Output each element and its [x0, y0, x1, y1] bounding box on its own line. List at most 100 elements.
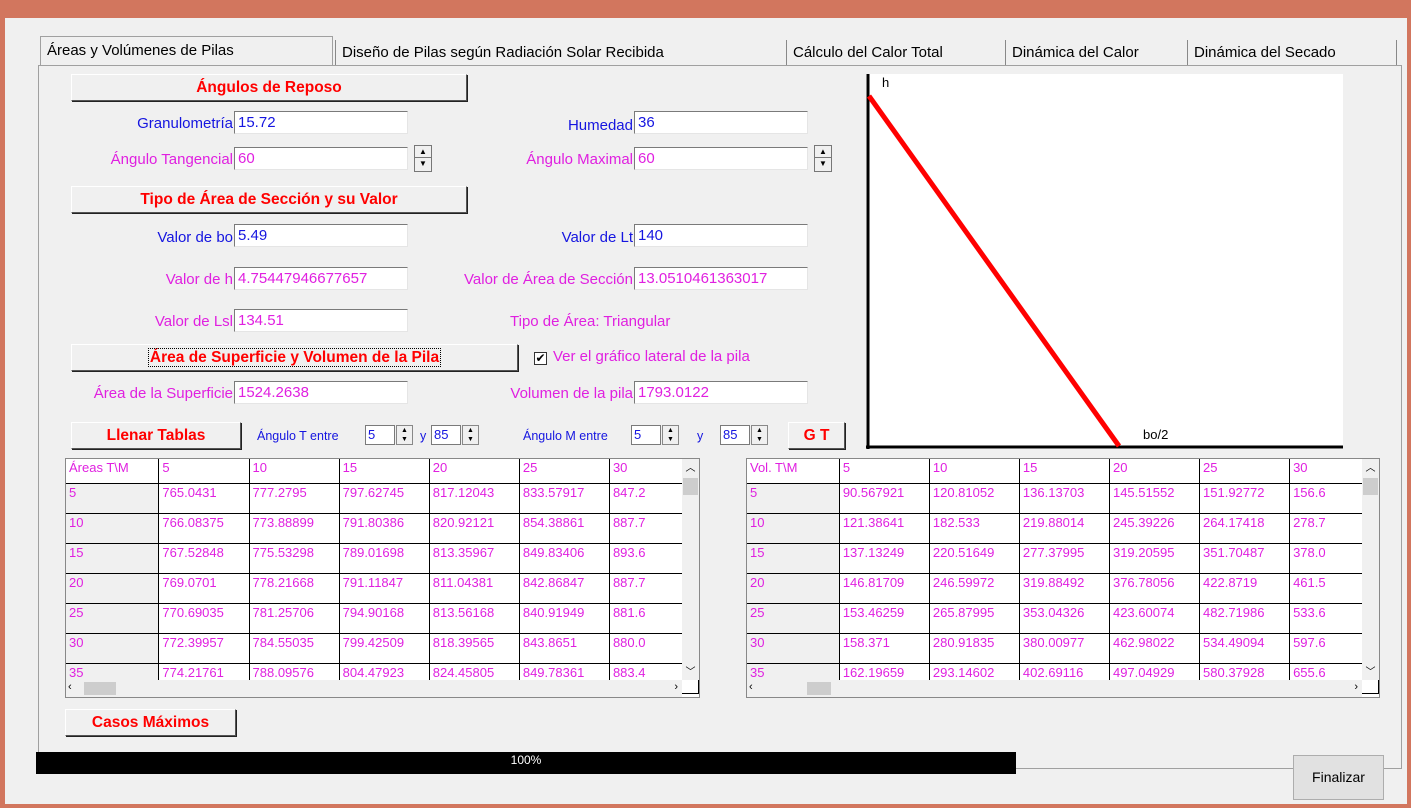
table-cell[interactable]: 817.12043 — [429, 483, 520, 514]
table-cell[interactable]: 767.52848 — [158, 543, 250, 574]
scroll-up-icon[interactable]: ︿ — [1362, 459, 1379, 476]
table-cell[interactable]: 791.11847 — [339, 573, 430, 604]
angulo-t-max-input[interactable]: 85 — [431, 425, 461, 445]
table-cell[interactable]: 781.25706 — [249, 603, 340, 634]
scroll-left-icon[interactable]: ‹ — [68, 681, 72, 693]
angulo-t-max-spinner[interactable]: ▲ ▼ — [462, 425, 479, 445]
table-cell[interactable]: 319.20595 — [1109, 543, 1201, 574]
table-cell[interactable]: 854.38861 — [519, 513, 610, 544]
angulo-m-max-input[interactable]: 85 — [720, 425, 750, 445]
table-cell[interactable]: 797.62745 — [339, 483, 430, 514]
valor-bo-input[interactable]: 5.49 — [234, 224, 408, 247]
table-cell[interactable]: 151.92772 — [1199, 483, 1291, 514]
spin-up-icon[interactable]: ▲ — [815, 146, 831, 158]
table-cell[interactable]: 136.13703 — [1019, 483, 1110, 514]
table-cell[interactable]: 245.39226 — [1109, 513, 1201, 544]
table-cell[interactable]: 813.35967 — [429, 543, 520, 574]
row-header[interactable]: 30 — [747, 633, 840, 664]
table-row[interactable]: 10 766.08375 773.88899 791.80386 820.92121 85… — [66, 513, 699, 544]
scroll-down-icon[interactable]: ﹀ — [682, 663, 699, 680]
table-cell[interactable]: 280.91835 — [929, 633, 1020, 664]
finalizar-button[interactable]: Finalizar — [1293, 755, 1384, 800]
row-header[interactable]: 15 — [747, 543, 840, 574]
table-cell[interactable]: 422.8719 — [1199, 573, 1291, 604]
row-header[interactable]: 10 — [747, 513, 840, 544]
table-row[interactable]: 10 121.38641 182.533 219.88014 245.39226 264.… — [747, 513, 1379, 544]
angulo-t-min-spinner[interactable]: ▲ ▼ — [396, 425, 413, 445]
table-row[interactable]: 5 765.0431 777.2795 797.62745 817.12043 833.5… — [66, 483, 699, 514]
table-cell[interactable]: 153.46259 — [839, 603, 930, 634]
scroll-right-icon[interactable]: › — [674, 681, 678, 693]
table-cell[interactable]: 145.51552 — [1109, 483, 1201, 514]
spin-up-icon[interactable]: ▲ — [415, 146, 431, 158]
table-cell[interactable]: 482.71986 — [1199, 603, 1291, 634]
areas-vertical-scrollbar[interactable]: ︿ ﹀ — [682, 459, 699, 680]
table-cell[interactable]: 265.87995 — [929, 603, 1020, 634]
row-header[interactable]: 5 — [747, 483, 840, 514]
table-row[interactable]: 5 90.567921 120.81052 136.13703 145.51552 151… — [747, 483, 1379, 514]
table-row[interactable]: 30 772.39957 784.55035 799.42509 818.39565 84… — [66, 633, 699, 664]
valor-lsl-input[interactable]: 134.51 — [234, 309, 408, 332]
table-cell[interactable]: 789.01698 — [339, 543, 430, 574]
table-cell[interactable]: 773.88899 — [249, 513, 340, 544]
angulo-m-max-spinner[interactable]: ▲ ▼ — [751, 425, 768, 445]
table-cell[interactable]: 90.567921 — [839, 483, 930, 514]
scroll-thumb[interactable] — [807, 682, 831, 695]
table-cell[interactable]: 319.88492 — [1019, 573, 1110, 604]
angulo-m-min-spinner[interactable]: ▲ ▼ — [662, 425, 679, 445]
table-cell[interactable]: 351.70487 — [1199, 543, 1291, 574]
table-row[interactable]: 30 158.371 280.91835 380.00977 462.98022 534.… — [747, 633, 1379, 664]
area-superficie-input[interactable]: 1524.2638 — [234, 381, 408, 404]
table-cell[interactable]: 769.0701 — [158, 573, 250, 604]
row-header[interactable]: 30 — [66, 633, 160, 664]
table-cell[interactable]: 813.56168 — [429, 603, 520, 634]
angulo-maximal-spinner[interactable]: ▲ ▼ — [814, 145, 832, 172]
vol-table[interactable]: Vol. T\M 5 10 15 20 25 30 5 90.567921 120.81052 13… — [746, 458, 1380, 698]
row-header[interactable]: 25 — [747, 603, 840, 634]
table-cell[interactable]: 820.92121 — [429, 513, 520, 544]
table-cell[interactable]: 791.80386 — [339, 513, 430, 544]
table-cell[interactable]: 833.57917 — [519, 483, 610, 514]
spin-down-icon[interactable]: ▼ — [415, 158, 431, 170]
table-cell[interactable]: 380.00977 — [1019, 633, 1110, 664]
scroll-left-icon[interactable]: ‹ — [749, 681, 753, 693]
row-header[interactable]: 20 — [66, 573, 160, 604]
granulometria-input[interactable]: 15.72 — [234, 111, 408, 134]
humedad-input[interactable]: 36 — [634, 111, 808, 134]
tab-calculo-calor[interactable]: Cálculo del Calor Total — [786, 40, 1004, 66]
table-cell[interactable]: 277.37995 — [1019, 543, 1110, 574]
table-row[interactable]: 25 153.46259 265.87995 353.04326 423.60074 48… — [747, 603, 1379, 634]
angulo-m-min-input[interactable]: 5 — [631, 425, 661, 445]
table-cell[interactable]: 778.21668 — [249, 573, 340, 604]
table-cell[interactable]: 784.55035 — [249, 633, 340, 664]
vol-vertical-scrollbar[interactable]: ︿ ﹀ — [1362, 459, 1379, 680]
angulo-tangencial-spinner[interactable]: ▲ ▼ — [414, 145, 432, 172]
table-cell[interactable]: 423.60074 — [1109, 603, 1201, 634]
table-cell[interactable]: 120.81052 — [929, 483, 1020, 514]
table-cell[interactable]: 843.8651 — [519, 633, 610, 664]
table-cell[interactable]: 182.533 — [929, 513, 1020, 544]
table-cell[interactable]: 264.17418 — [1199, 513, 1291, 544]
scroll-down-icon[interactable]: ﹀ — [1362, 663, 1379, 680]
table-row[interactable]: 15 137.13249 220.51649 277.37995 319.20595 35… — [747, 543, 1379, 574]
table-cell[interactable]: 146.81709 — [839, 573, 930, 604]
table-cell[interactable]: 376.78056 — [1109, 573, 1201, 604]
table-cell[interactable]: 842.86847 — [519, 573, 610, 604]
row-header[interactable]: 5 — [66, 483, 160, 514]
scroll-thumb[interactable] — [683, 478, 698, 495]
vol-horizontal-scrollbar[interactable]: ‹ › — [747, 680, 1362, 697]
row-header[interactable]: 15 — [66, 543, 160, 574]
angulos-reposo-button[interactable]: Ángulos de Reposo — [71, 74, 467, 101]
table-cell[interactable]: 219.88014 — [1019, 513, 1110, 544]
tab-areas-volumenes[interactable]: Áreas y Volúmenes de Pilas — [40, 36, 333, 66]
table-row[interactable]: 20 769.0701 778.21668 791.11847 811.04381 842… — [66, 573, 699, 604]
spin-down-icon[interactable]: ▼ — [815, 158, 831, 170]
row-header[interactable]: 25 — [66, 603, 160, 634]
table-cell[interactable]: 534.49094 — [1199, 633, 1291, 664]
table-row[interactable]: 15 767.52848 775.53298 789.01698 813.35967 84… — [66, 543, 699, 574]
row-header[interactable]: 10 — [66, 513, 160, 544]
table-cell[interactable]: 772.39957 — [158, 633, 250, 664]
table-row[interactable]: 20 146.81709 246.59972 319.88492 376.78056 42… — [747, 573, 1379, 604]
table-cell[interactable]: 799.42509 — [339, 633, 430, 664]
table-cell[interactable]: 818.39565 — [429, 633, 520, 664]
